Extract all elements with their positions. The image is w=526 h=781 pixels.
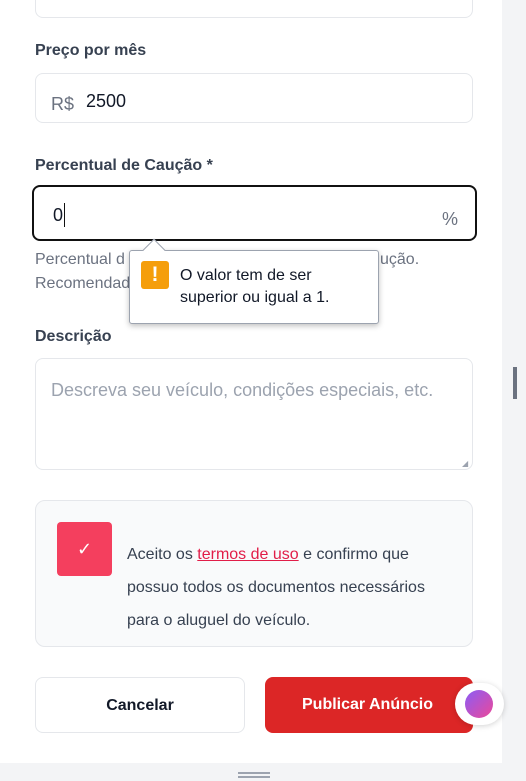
terms-prefix: Aceito os	[127, 546, 198, 563]
price-value: 2500	[86, 91, 127, 111]
caucao-value: 0	[53, 205, 64, 225]
publish-button[interactable]: Publicar Anúncio	[265, 677, 473, 733]
scrollbar-grip-icon[interactable]	[513, 367, 517, 399]
price-input[interactable]: R$ 2500	[35, 73, 473, 123]
help-line-1-end: ução.	[380, 251, 420, 268]
resize-handle-icon[interactable]: ◢	[462, 459, 470, 468]
description-textarea[interactable]: Descreva seu veículo, condições especiai…	[35, 358, 473, 470]
brain-icon	[465, 690, 493, 718]
terms-checkbox[interactable]: ✓	[57, 522, 112, 576]
cancel-button[interactable]: Cancelar	[35, 677, 245, 733]
warning-icon: !	[141, 261, 169, 289]
caucao-label: Percentual de Caução *	[35, 157, 213, 174]
validation-tooltip: ! O valor tem de ser superior ou igual a…	[129, 238, 379, 324]
currency-prefix: R$	[52, 0, 74, 1]
assistant-button[interactable]	[455, 683, 504, 725]
drag-handle-icon[interactable]	[238, 772, 270, 778]
terms-text: Aceito os termos de uso e confirmo que p…	[127, 538, 457, 637]
form-panel: R$ Preço por mês R$ 2500 Percentual de C…	[0, 0, 502, 763]
terms-box: ✓ Aceito os termos de uso e confirmo que…	[35, 500, 473, 647]
percent-suffix: %	[441, 209, 458, 229]
currency-prefix: R$	[51, 94, 75, 114]
price-label: Preço por mês	[35, 42, 147, 59]
description-placeholder: Descreva seu veículo, condições especiai…	[51, 380, 434, 400]
description-label: Descrição	[35, 328, 112, 345]
text-caret	[64, 203, 65, 227]
check-icon: ✓	[76, 539, 93, 559]
validation-message: O valor tem de ser superior ou igual a 1…	[180, 267, 330, 306]
caucao-input[interactable]: 0 %	[32, 185, 477, 241]
previous-field[interactable]: R$	[35, 0, 473, 18]
terms-link[interactable]: termos de uso	[197, 546, 298, 563]
